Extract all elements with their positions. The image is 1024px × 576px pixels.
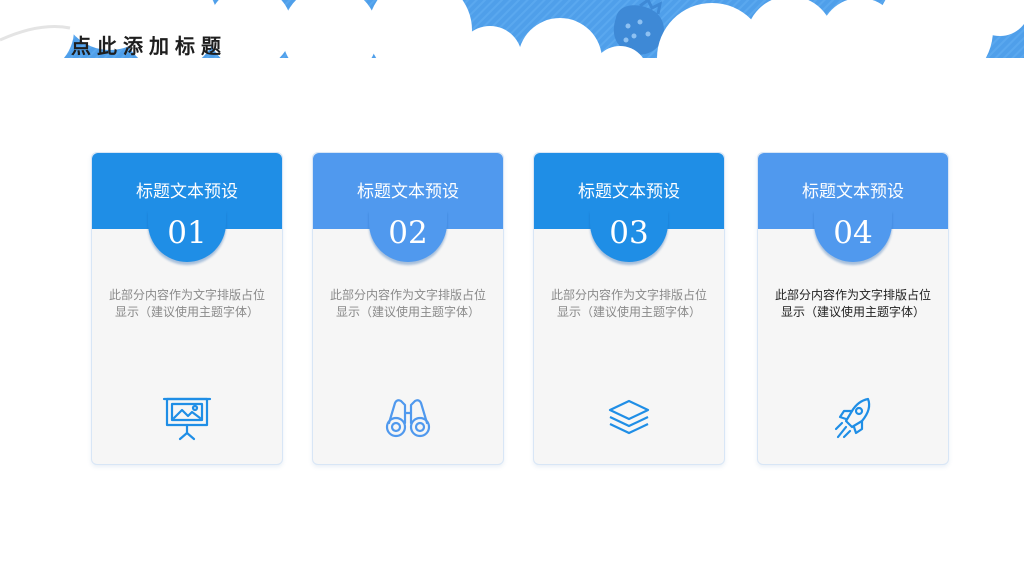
- card-number: 01: [167, 215, 207, 251]
- card-description: 此部分内容作为文字排版占位显示（建议使用主题字体）: [774, 288, 931, 319]
- binoculars-icon: [385, 399, 431, 438]
- feature-card-2: 标题文本预设 02 此部分内容作为文字排版占位显示（建议使用主题字体）: [312, 152, 504, 465]
- card-heading: 标题文本预设: [802, 182, 904, 202]
- card-number: 02: [388, 215, 428, 251]
- card-heading: 标题文本预设: [136, 182, 238, 202]
- card-number: 03: [609, 215, 649, 251]
- card-heading: 标题文本预设: [578, 182, 680, 202]
- cloud-header-decoration: [0, 0, 1024, 120]
- card-number: 04: [833, 215, 873, 251]
- card-description: 此部分内容作为文字排版占位显示（建议使用主题字体）: [108, 288, 265, 319]
- card-description: 此部分内容作为文字排版占位显示（建议使用主题字体）: [329, 288, 486, 319]
- page-title: 点此添加标题: [71, 34, 227, 58]
- card-heading: 标题文本预设: [357, 182, 459, 202]
- presentation-board-icon: [162, 397, 212, 441]
- rocket-icon: [834, 397, 871, 439]
- feature-card-1: 标题文本预设 01 此部分内容作为文字排版占位显示（建议使用主题字体）: [91, 152, 283, 465]
- card-description: 此部分内容作为文字排版占位显示（建议使用主题字体）: [550, 288, 707, 319]
- feature-card-4: 标题文本预设 04 此部分内容作为文字排版占位显示（建议使用主题字体）: [757, 152, 949, 465]
- layers-icon: [608, 399, 650, 435]
- feature-card-3: 标题文本预设 03 此部分内容作为文字排版占位显示（建议使用主题字体）: [533, 152, 725, 465]
